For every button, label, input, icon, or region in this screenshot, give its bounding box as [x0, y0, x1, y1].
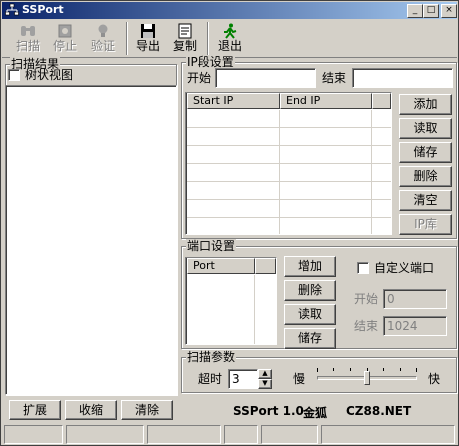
timeout-label: 超时: [198, 372, 223, 386]
status-panel: [147, 425, 221, 444]
ip-end-input[interactable]: [352, 68, 453, 88]
status-panel: [4, 425, 63, 444]
slow-label: 慢: [293, 372, 306, 386]
port-start-label: 开始: [354, 292, 379, 306]
row-divider: [187, 217, 391, 218]
port-start-input[interactable]: 0: [383, 289, 447, 309]
timeout-up-button[interactable]: ▲: [258, 369, 272, 379]
fast-label: 快: [428, 372, 441, 386]
speed-slider[interactable]: [315, 367, 419, 389]
port-list-table[interactable]: Port: [185, 257, 277, 345]
tree-view-label: 树状视图: [25, 68, 74, 82]
scan-label: 扫描: [15, 39, 40, 53]
scan-params-label: 扫描参数: [186, 350, 237, 364]
window-title: SSPort: [22, 3, 64, 16]
clear-results-button[interactable]: 清除: [121, 400, 173, 420]
status-panel: [66, 425, 144, 444]
end-ip-column-header[interactable]: End IP: [280, 93, 372, 109]
copy-button[interactable]: 复制: [167, 21, 203, 57]
main-window: SSPort _ □ × 扫描 停止 验证 导出 复制 退出 扫描结果 树状视图…: [0, 0, 459, 446]
lightbulb-icon: [98, 24, 108, 37]
version-text: SSPort 1.0: [233, 404, 304, 418]
collapse-button[interactable]: 收缩: [65, 400, 117, 420]
copy-icon: [178, 23, 192, 39]
slider-thumb[interactable]: [364, 371, 370, 385]
close-button[interactable]: ×: [441, 4, 457, 18]
row-divider: [187, 127, 391, 128]
ip-clear-button[interactable]: 清空: [399, 190, 452, 211]
export-label: 导出: [135, 39, 160, 53]
save-icon: [141, 24, 155, 38]
column-divider: [254, 275, 255, 344]
network-app-icon: [5, 3, 19, 16]
port-read-button[interactable]: 读取: [284, 304, 336, 325]
exit-label: 退出: [217, 39, 242, 53]
scan-button[interactable]: 扫描: [10, 21, 46, 57]
minimize-button[interactable]: _: [407, 4, 423, 18]
exit-button[interactable]: 退出: [212, 21, 248, 57]
tree-view-checkbox[interactable]: [8, 69, 20, 81]
column-divider: [279, 110, 280, 234]
port-settings-label: 端口设置: [186, 239, 237, 253]
row-divider: [187, 181, 391, 182]
verify-label: 验证: [90, 39, 115, 53]
ip-delete-button[interactable]: 删除: [399, 166, 452, 187]
column-divider: [371, 110, 372, 234]
ip-save-button[interactable]: 储存: [399, 142, 452, 163]
binoculars-icon: [21, 26, 35, 36]
row-divider: [187, 145, 391, 146]
ip-add-button[interactable]: 添加: [399, 94, 452, 115]
toolbar: 扫描 停止 验证 导出 复制 退出: [2, 20, 457, 58]
filler-column-header: [372, 93, 391, 109]
maximize-button[interactable]: □: [423, 4, 439, 18]
custom-port-checkbox[interactable]: [357, 262, 369, 274]
status-panel: [321, 425, 455, 444]
expand-button[interactable]: 扩展: [9, 400, 61, 420]
toolbar-separator: [126, 22, 128, 55]
verify-button[interactable]: 验证: [85, 21, 121, 57]
exit-icon: [224, 23, 237, 39]
timeout-input[interactable]: 3: [228, 369, 258, 389]
ip-settings-label: IP段设置: [186, 55, 235, 69]
row-divider: [187, 199, 391, 200]
ip-end-label: 结束: [322, 71, 347, 85]
scan-results-list[interactable]: [5, 85, 177, 395]
status-panel: [224, 425, 258, 444]
port-add-button[interactable]: 增加: [284, 256, 336, 277]
status-panel: [261, 425, 318, 444]
site-text: CZ88.NET: [346, 404, 412, 418]
ip-read-button[interactable]: 读取: [399, 118, 452, 139]
ip-start-label: 开始: [187, 71, 212, 85]
title-bar[interactable]: SSPort _ □ ×: [2, 2, 457, 19]
port-delete-button[interactable]: 删除: [284, 280, 336, 301]
ip-library-button[interactable]: IP库: [399, 214, 452, 235]
ip-start-input[interactable]: [215, 68, 316, 88]
row-divider: [187, 163, 391, 164]
start-ip-column-header[interactable]: Start IP: [187, 93, 280, 109]
filler-column-header: [255, 258, 276, 274]
ip-range-table[interactable]: Start IP End IP: [185, 92, 392, 235]
stop-icon: [58, 24, 72, 38]
port-end-input[interactable]: 1024: [383, 316, 447, 336]
export-button[interactable]: 导出: [130, 21, 166, 57]
port-end-label: 结束: [354, 319, 379, 333]
port-save-button[interactable]: 储存: [284, 328, 336, 349]
toolbar-separator: [207, 22, 209, 55]
timeout-down-button[interactable]: ▼: [258, 379, 272, 389]
copy-label: 复制: [172, 39, 197, 53]
author-text: 金狐: [303, 406, 328, 420]
custom-port-label: 自定义端口: [374, 261, 435, 275]
port-column-header[interactable]: Port: [187, 258, 255, 274]
stop-button[interactable]: 停止: [47, 21, 83, 57]
stop-label: 停止: [52, 39, 77, 53]
